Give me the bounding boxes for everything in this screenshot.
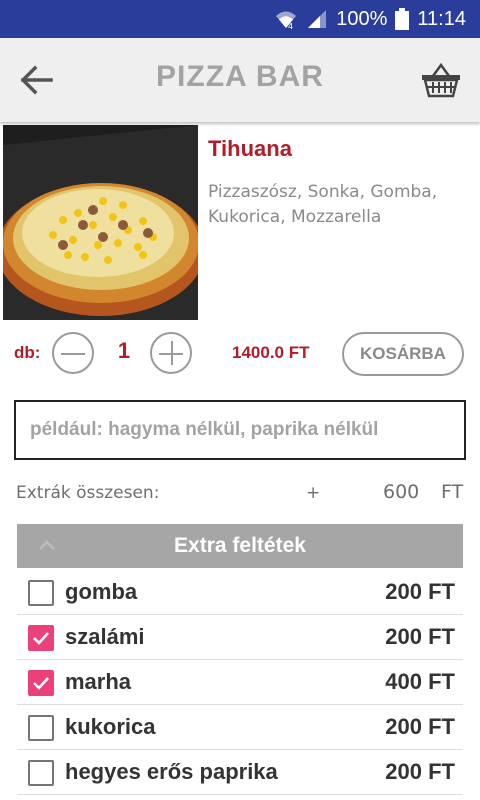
checkbox[interactable] [28, 760, 54, 786]
check-icon [33, 677, 49, 690]
increase-button[interactable] [150, 332, 192, 374]
extra-item-price: 400 FT [385, 669, 455, 694]
extras-list: gomba 200 FT szalámi 200 FT marha 400 FT… [17, 570, 463, 795]
extra-item-name: szalámi [65, 624, 145, 649]
extras-header-title: Extra feltétek [174, 534, 306, 557]
battery-icon [395, 8, 410, 30]
extra-item-gomba[interactable]: gomba 200 FT [17, 570, 463, 615]
extra-item-price: 200 FT [385, 579, 455, 604]
extras-total-amount: 600 [383, 481, 420, 503]
extras-total-row: Extrák összesen: + 600 FT [0, 478, 480, 508]
extra-item-szalami[interactable]: szalámi 200 FT [17, 615, 463, 660]
wifi-icon: 4 [276, 11, 297, 30]
note-field [14, 400, 466, 460]
decrease-button[interactable] [52, 332, 94, 374]
svg-text:4: 4 [288, 22, 293, 30]
extra-item-kukorica[interactable]: kukorica 200 FT [17, 705, 463, 750]
page-title: PIZZA BAR [156, 60, 324, 93]
checkbox[interactable] [28, 715, 54, 741]
basket-icon [422, 62, 460, 98]
cart-button[interactable] [418, 58, 464, 102]
extra-item-marha[interactable]: marha 400 FT [17, 660, 463, 705]
product-price: 1400.0 FT [232, 343, 310, 362]
signal-icon [308, 10, 327, 28]
pizza-image [3, 125, 198, 320]
add-to-cart-button[interactable]: KOSÁRBA [342, 332, 464, 376]
status-icons: 4 100% 11:14 [274, 0, 466, 38]
extras-total-currency: FT [441, 481, 464, 503]
checkbox-checked[interactable] [28, 670, 54, 696]
quantity-value: 1 [117, 338, 131, 363]
extra-item-hegyes-eros-paprika[interactable]: hegyes erős paprika 200 FT [17, 750, 463, 795]
extras-total-label: Extrák összesen: [16, 483, 160, 503]
app-bar: PIZZA BAR [0, 38, 480, 122]
checkbox[interactable] [28, 580, 54, 606]
extra-item-name: gomba [65, 579, 138, 604]
extra-item-price: 200 FT [385, 714, 455, 739]
note-input[interactable] [16, 402, 464, 458]
extras-total-sign: + [306, 483, 321, 503]
extras-header[interactable]: Extra feltétek [17, 524, 463, 568]
extra-item-name: kukorica [65, 714, 156, 739]
check-icon [33, 632, 49, 645]
minus-icon [61, 353, 85, 355]
quantity-row: db: 1 1400.0 FT KOSÁRBA [0, 330, 480, 380]
extra-item-price: 200 FT [385, 759, 455, 784]
product-description: Pizzaszósz, Sonka, Gomba, Kukorica, Mozz… [208, 182, 438, 227]
pizza-photo [3, 125, 198, 320]
product-name: Tihuana [208, 136, 292, 161]
extra-item-name: hegyes erős paprika [65, 759, 278, 784]
quantity-label: db: [14, 343, 41, 362]
clock: 11:14 [417, 7, 466, 30]
checkbox-checked[interactable] [28, 625, 54, 651]
battery-percent: 100% [336, 7, 388, 30]
status-bar: 4 100% 11:14 [0, 0, 480, 38]
extra-item-name: marha [65, 669, 132, 694]
extra-item-price: 200 FT [385, 624, 455, 649]
